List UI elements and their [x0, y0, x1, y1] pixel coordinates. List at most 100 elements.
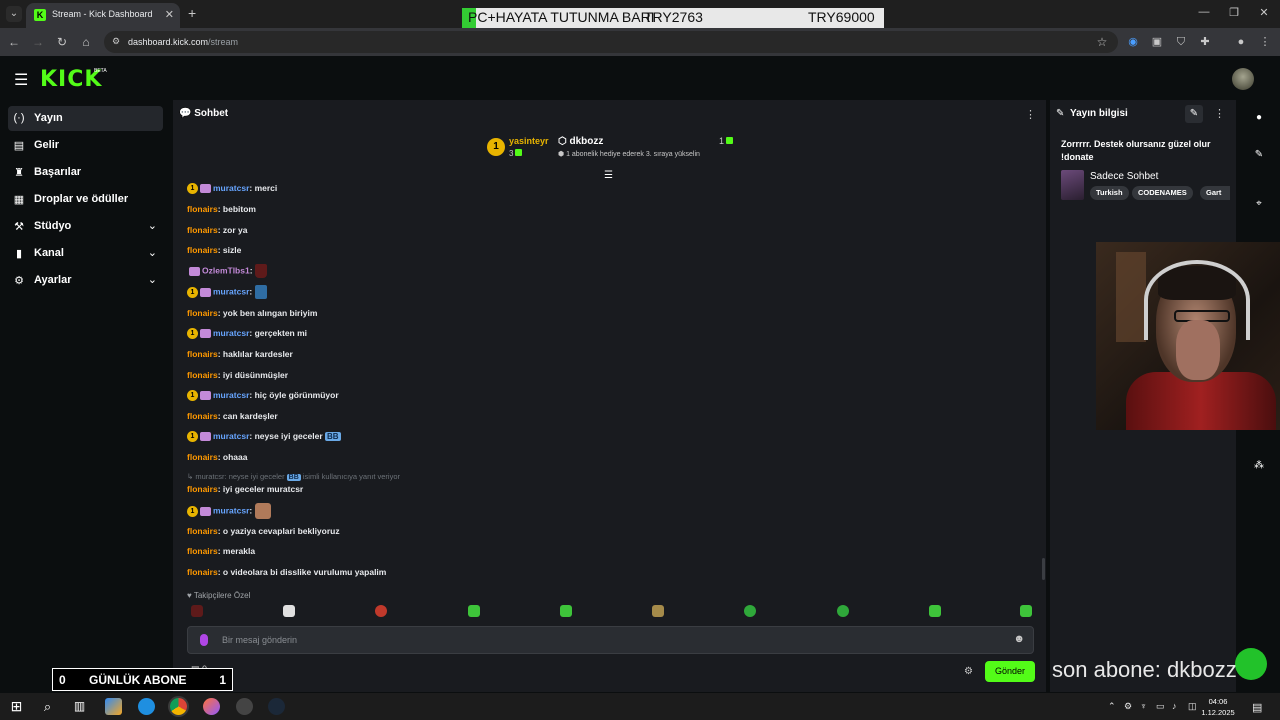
chat-message[interactable]: 1 muratcsr: hiç öyle görünmüyor [187, 390, 339, 402]
chat-scrollbar[interactable] [1042, 558, 1045, 580]
send-button[interactable]: Gönder [985, 661, 1035, 682]
address-bar-row: ← → ↻ ⌂ ⚙ dashboard.kick.com/stream ☆ ◉ … [0, 28, 1280, 56]
copilot-icon[interactable] [105, 698, 122, 715]
chat-message[interactable]: flonairs: bebitom [187, 204, 256, 214]
extension-screen-icon[interactable]: ▣ [1150, 35, 1164, 49]
close-tab-icon[interactable]: ✕ [165, 8, 174, 21]
emote-ball-icon[interactable] [375, 605, 387, 617]
tag-chip[interactable]: CODENAMES [1132, 186, 1193, 200]
target-icon[interactable]: ⌖ [1252, 198, 1266, 209]
chat-settings-icon[interactable]: ⚙ [964, 666, 973, 677]
chat-message[interactable]: flonairs: o yaziya cevaplari bekliyoruz [187, 526, 340, 536]
chat-message[interactable]: flonairs: zor ya [187, 225, 247, 235]
sidebar-item-droplar[interactable]: ▦ Droplar ve ödüller [8, 187, 163, 212]
tray-volume-icon[interactable]: ♪ [1172, 701, 1177, 711]
stream-title: Zorrrrr. Destek olursanız güzel olur !do… [1061, 139, 1211, 162]
home-icon[interactable]: ⌂ [78, 35, 94, 49]
reply-context[interactable]: ↳ muratcsr: neyse iyi geceler BB isimli … [187, 472, 400, 481]
emote-green-5-icon[interactable] [929, 605, 941, 617]
chat-message[interactable]: flonairs: yok ben alıngan biriyim [187, 308, 317, 318]
chat-menu-icon[interactable]: ⋮ [1025, 108, 1036, 121]
emote-box-icon[interactable] [652, 605, 664, 617]
url-field[interactable]: ⚙ dashboard.kick.com/stream ☆ [104, 31, 1118, 53]
input-placeholder: Bir mesaj gönderin [222, 635, 298, 645]
emote-green-3-icon[interactable] [744, 605, 756, 617]
windows-start-icon[interactable]: ⊞ [8, 698, 25, 715]
task-view-icon[interactable]: ▥ [71, 698, 88, 715]
new-tab-icon[interactable]: + [188, 5, 196, 21]
tray-app-icon[interactable]: ⚙ [1124, 701, 1132, 712]
emote-green-2-icon[interactable] [560, 605, 572, 617]
chat-message[interactable]: flonairs: can kardeşler [187, 411, 278, 421]
collapse-pinned-icon[interactable]: ☰ [604, 170, 613, 181]
tray-network-icon[interactable]: ▭ [1156, 701, 1165, 712]
chat-message[interactable]: 1 muratcsr: [187, 285, 267, 299]
chat-message[interactable]: OzlemTlbs1: [187, 264, 267, 278]
user-avatar[interactable] [1232, 68, 1254, 90]
microphone-icon[interactable] [200, 634, 208, 646]
sidebar-item-ayarlar[interactable]: ⚙ Ayarlar ⌄ [8, 268, 163, 293]
chat-message[interactable]: flonairs: haklılar kardesler [187, 349, 293, 359]
tag-chip[interactable]: Turkish [1090, 186, 1129, 200]
chat-message[interactable]: flonairs: iyi geceler muratcsr [187, 484, 303, 494]
edge-icon[interactable] [138, 698, 155, 715]
emote-cup-icon[interactable] [191, 605, 203, 617]
chat-message[interactable]: 1 muratcsr: gerçekten mi [187, 328, 307, 340]
chrome-icon[interactable] [170, 698, 187, 715]
info-icon[interactable]: ● [1252, 112, 1266, 123]
emote-green-6-icon[interactable] [1020, 605, 1032, 617]
sidebar-item-kanal[interactable]: ▮ Kanal ⌄ [8, 241, 163, 266]
minimize-icon[interactable]: — [1194, 6, 1214, 18]
site-info-icon[interactable]: ⚙ [108, 36, 124, 47]
hamburger-menu-icon[interactable]: ☰ [14, 70, 28, 90]
reload-icon[interactable]: ↻ [54, 35, 70, 49]
chat-message[interactable]: flonairs: iyi düsünmüşler [187, 370, 288, 380]
tag-chip[interactable]: Gart [1200, 186, 1230, 200]
chat-message[interactable]: 1 muratcsr: merci [187, 183, 277, 195]
close-window-icon[interactable]: ✕ [1254, 6, 1274, 19]
emote-glass-icon[interactable] [283, 605, 295, 617]
sidebar-item-yayin[interactable]: (·) Yayın [8, 106, 163, 131]
chat-message[interactable]: flonairs: merakla [187, 546, 255, 556]
tray-chevron-icon[interactable]: ⌃ [1108, 701, 1116, 712]
forward-icon[interactable]: → [30, 35, 46, 49]
share-icon[interactable]: ⁂ [1252, 460, 1266, 471]
firefox-icon[interactable] [203, 698, 220, 715]
emote-green-1-icon[interactable] [468, 605, 480, 617]
notification-icon[interactable]: ▤ [1252, 701, 1262, 714]
sidebar-item-gelir[interactable]: ▤ Gelir [8, 133, 163, 158]
tray-usb-icon[interactable]: ♆ [1140, 701, 1147, 711]
profile-icon[interactable]: ● [1234, 35, 1248, 49]
obs-icon[interactable] [236, 698, 253, 715]
edit-stream-info-button[interactable]: ✎ [1185, 105, 1203, 123]
stream-info-menu-icon[interactable]: ⋮ [1214, 107, 1225, 120]
top-gifter-name[interactable]: yasinteyr [509, 136, 549, 146]
chat-message[interactable]: 1 muratcsr: neyse iyi geceler BB [187, 431, 341, 443]
category-name[interactable]: Sadece Sohbet [1090, 171, 1158, 182]
chat-panel: 💬 Sohbet ⋮ 1 yasinteyr 3 ⬡ dkbozz ⬢ 1 ab… [173, 100, 1046, 692]
gifter-name[interactable]: ⬡ dkbozz [558, 136, 603, 147]
followers-only-label: ♥ Takipçilere Özel [187, 591, 251, 600]
bookmark-star-icon[interactable]: ☆ [1094, 35, 1110, 49]
taskbar-clock[interactable]: 04:06 1.12.2025 [1196, 696, 1240, 718]
emoji-picker-icon[interactable]: ☻ [1013, 633, 1025, 645]
back-icon[interactable]: ← [6, 35, 22, 49]
restore-icon[interactable]: ❐ [1224, 6, 1244, 19]
extension-shield-icon[interactable]: ⛉ [1174, 35, 1188, 49]
sidebar-item-studyo[interactable]: ⚒ Stüdyo ⌄ [8, 214, 163, 239]
steam-icon[interactable] [268, 698, 285, 715]
emote-green-4-icon[interactable] [837, 605, 849, 617]
browser-tab[interactable]: K Stream - Kick Dashboard ✕ [26, 3, 180, 28]
tab-search-icon[interactable]: ⌄ [6, 6, 22, 22]
chat-message[interactable]: flonairs: o videolara bi disslike vurulu… [187, 567, 386, 577]
chat-message[interactable]: flonairs: sizle [187, 245, 241, 255]
pencil-icon[interactable]: ✎ [1252, 149, 1266, 160]
browser-menu-icon[interactable]: ⋮ [1258, 35, 1272, 49]
extension-wave-icon[interactable]: ◉ [1126, 35, 1140, 49]
chat-message[interactable]: flonairs: ohaaa [187, 452, 247, 462]
chat-message-input[interactable]: Bir mesaj gönderin ☻ [187, 626, 1034, 654]
extensions-puzzle-icon[interactable]: ✚ [1198, 35, 1212, 49]
search-icon[interactable]: ⌕ [39, 698, 56, 715]
chat-message[interactable]: 1 muratcsr: [187, 503, 271, 519]
sidebar-item-basarilar[interactable]: ♜ Başarılar [8, 160, 163, 185]
